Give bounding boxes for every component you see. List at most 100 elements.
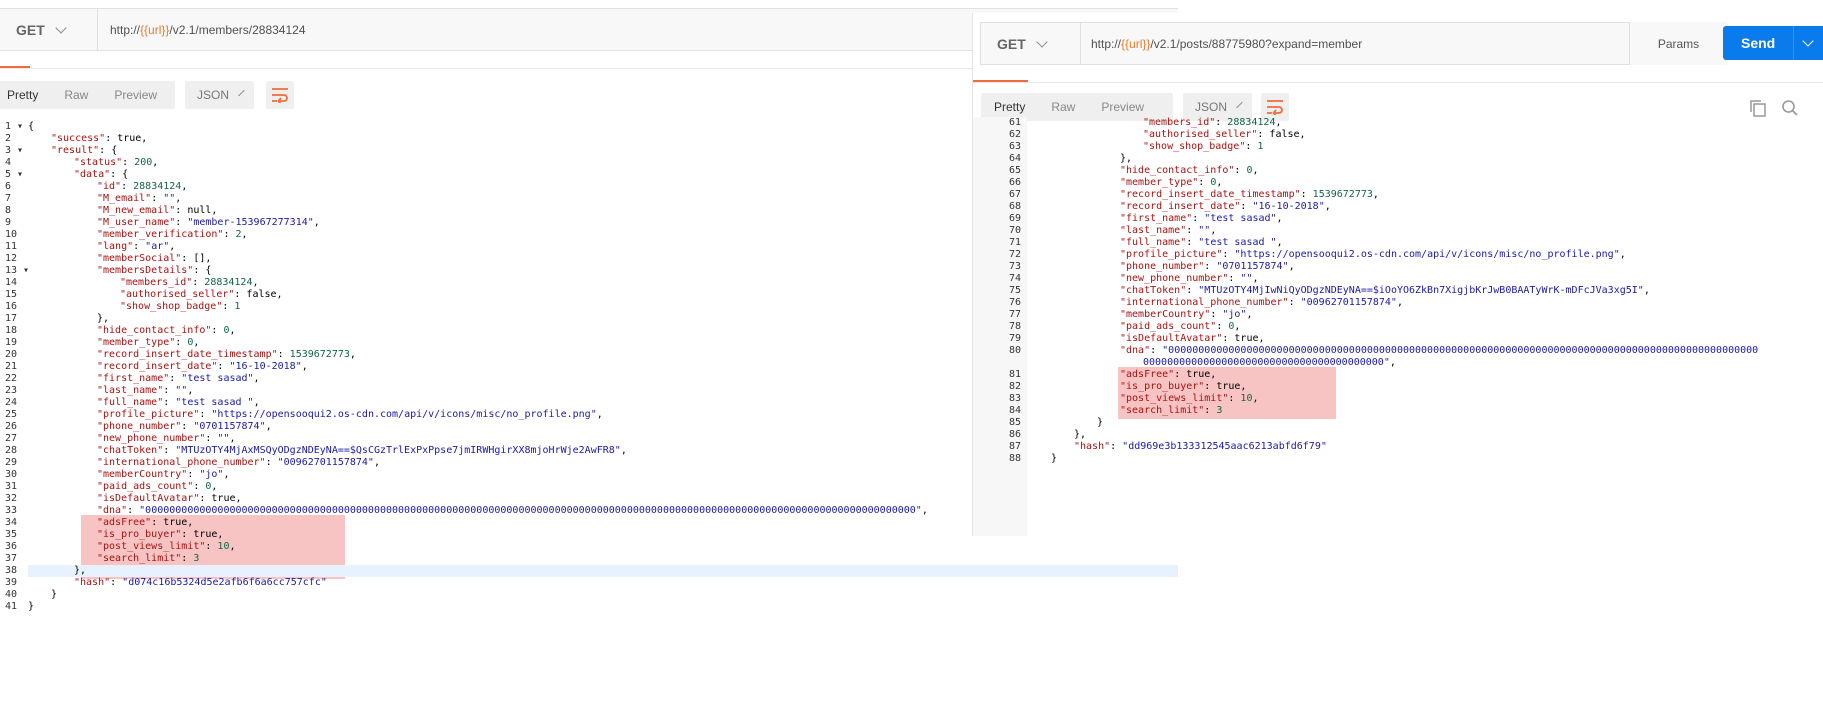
line-number: 28 (5, 445, 18, 456)
tab-pretty[interactable]: Pretty (981, 100, 1038, 114)
url-input[interactable]: http://{{url}}/v2.1/posts/88775980?expan… (1091, 23, 1362, 64)
code-token: "paid_ads_count" (97, 481, 194, 492)
response-body[interactable]: 61 "members_id": 28834124, 62 "authorised_s… (973, 117, 1823, 536)
code-token: }, (1074, 429, 1087, 440)
code-token: : (199, 409, 212, 420)
line-number: 24 (5, 397, 18, 408)
code-token: , (921, 505, 928, 516)
line-number: 9 (5, 217, 12, 228)
code-token: "" (1198, 225, 1211, 236)
line-number: 37 (5, 553, 18, 564)
code-token: "new_phone_number" (97, 433, 206, 444)
line-number: 25 (5, 409, 18, 420)
code-text: "show_shop_badge": 1 (1143, 141, 1263, 153)
tab-raw[interactable]: Raw (1038, 100, 1088, 114)
send-button[interactable]: Send (1723, 26, 1823, 60)
code-token: }, (74, 565, 87, 576)
code-token: "hash" (1074, 441, 1111, 452)
code-token: : (223, 229, 236, 240)
code-token: : (222, 301, 235, 312)
code-token: "full_name" (1120, 237, 1187, 248)
method-select[interactable]: GET (981, 23, 1081, 64)
code-text: "M_email": "", (97, 193, 181, 205)
code-token: : (1204, 405, 1217, 416)
search-icon[interactable] (1781, 99, 1799, 117)
code-token: : { (110, 169, 129, 180)
code-text: "show_shop_badge": 1 (120, 301, 240, 313)
code-token: "new_phone_number" (1120, 273, 1229, 284)
code-line: 40} (0, 589, 1178, 601)
chevron-down-icon (55, 21, 67, 34)
code-text: "memberSocial": [], (97, 253, 211, 265)
code-token: : (110, 577, 123, 588)
url-variable: {{url}} (140, 22, 170, 37)
code-token: "authorised_seller" (1143, 129, 1258, 140)
code-text: } (1097, 417, 1103, 429)
tab-raw[interactable]: Raw (51, 88, 101, 102)
code-text: "lang": "ar", (97, 241, 175, 253)
method-label: GET (16, 21, 45, 38)
code-token: "M_email" (97, 193, 152, 204)
line-number: 75 (1008, 285, 1021, 296)
code-token: : { (193, 265, 212, 276)
code-text: "isDefaultAvatar": true, (1120, 333, 1265, 345)
copy-icon[interactable] (1749, 99, 1767, 117)
chevron-down-icon[interactable] (1802, 35, 1814, 47)
line-number: 87 (1008, 441, 1021, 452)
line-number: 8 (5, 205, 12, 216)
code-token: "post_views_limit" (97, 541, 206, 552)
code-line: 63 "show_shop_badge": 1 (973, 141, 1823, 153)
code-token: "international_phone_number" (1120, 297, 1289, 308)
code-text: "is_pro_buyer": true, (97, 529, 223, 541)
code-token: , (1234, 321, 1241, 332)
code-token: "result" (51, 145, 100, 156)
code-token: "0701157874" (193, 421, 266, 432)
wrap-lines-button[interactable] (266, 81, 294, 109)
code-token: , (1276, 213, 1283, 224)
line-number: 32 (5, 493, 18, 504)
code-token: 28834124 (204, 277, 253, 288)
code-text: } (51, 589, 57, 601)
code-token: 3 (1216, 405, 1223, 416)
code-token: : false, (1257, 129, 1306, 140)
code-token: , (1396, 297, 1403, 308)
tab-preview[interactable]: Preview (1088, 100, 1157, 114)
code-token: "authorised_seller" (120, 289, 235, 300)
code-token: , (1276, 237, 1283, 248)
code-token: "record_insert_date_timestamp" (97, 349, 278, 360)
code-token: , (193, 337, 200, 348)
url-input[interactable]: http://{{url}}/v2.1/members/28834124 (110, 9, 306, 50)
code-line: 81 "adsFree": true, (973, 369, 1823, 381)
format-select[interactable]: JSON (185, 81, 254, 109)
code-text: "record_insert_date": "16-10-2018", (1120, 201, 1331, 213)
code-token: : (121, 181, 134, 192)
code-token: "M_user_name" (97, 217, 176, 228)
code-text: "adsFree": true, (97, 517, 193, 529)
chevron-down-icon (1036, 35, 1048, 48)
code-text: "first_name": "test sasad", (1120, 213, 1283, 225)
line-number: 70 (1008, 225, 1021, 236)
url-variable: {{url}} (1121, 36, 1151, 51)
params-button[interactable]: Params (1629, 22, 1727, 65)
code-text: "dna": "00000000000000000000000000000000… (1120, 345, 1758, 357)
code-token: : (133, 241, 146, 252)
tab-preview[interactable]: Preview (101, 88, 170, 102)
code-token: : (1228, 393, 1241, 404)
code-token: "international_phone_number" (97, 457, 266, 468)
code-token: "member_type" (1120, 177, 1199, 188)
code-text: }, (74, 565, 86, 577)
line-number: 41 (5, 601, 18, 612)
code-token: : (1215, 117, 1228, 128)
code-token: , (252, 277, 259, 288)
line-number: 34 (5, 517, 18, 528)
code-token: } (51, 589, 58, 600)
code-token: : (1150, 345, 1163, 356)
line-number: 15 (5, 289, 18, 300)
line-number: 64 (1008, 153, 1021, 164)
tab-pretty[interactable]: Pretty (0, 88, 51, 102)
code-token: : (277, 349, 290, 360)
method-select[interactable]: GET (0, 9, 98, 50)
line-number: 77 (1008, 309, 1021, 320)
code-token: } (1097, 417, 1104, 428)
code-token: , (1324, 201, 1331, 212)
